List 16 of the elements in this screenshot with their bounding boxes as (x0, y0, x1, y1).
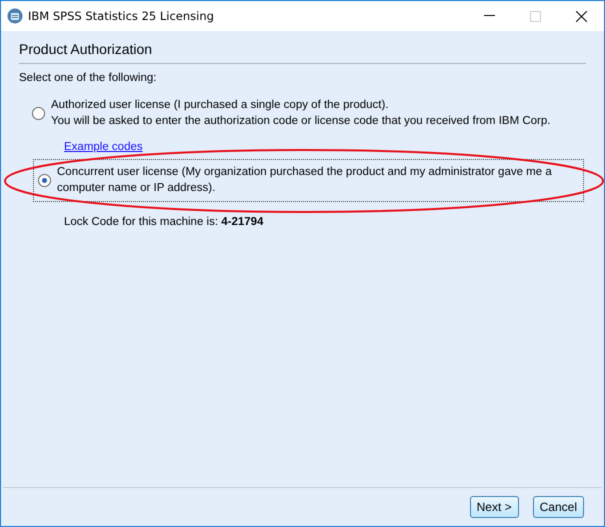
example-codes-link[interactable]: Example codes (64, 141, 143, 153)
option-label: Concurrent user license (My organization purchased the product and my administrator gave me a computer name or IP address). (57, 165, 553, 196)
radio-button[interactable] (32, 106, 45, 120)
app-icon (7, 8, 23, 24)
lock-code-text: Lock Code for this machine is: 4-21794 (64, 216, 264, 228)
maximize-icon (530, 10, 540, 22)
prompt-text: Select one of the following: (19, 72, 158, 84)
cancel-button[interactable]: Cancel (532, 496, 584, 518)
option-label: You will be asked to enter the authorization code or license code that you received from IBM Corp. (51, 114, 550, 129)
minimize-icon (484, 15, 494, 17)
option-label: Authorized user license (I purchased a single copy of the product). (51, 98, 390, 113)
window-title: IBM SPSS Statistics 25 Licensing (28, 9, 215, 23)
page-heading: Product Authorization (19, 31, 586, 64)
next-button[interactable]: Next > (470, 496, 519, 518)
radio-button[interactable] (38, 174, 51, 186)
close-icon (576, 10, 586, 22)
